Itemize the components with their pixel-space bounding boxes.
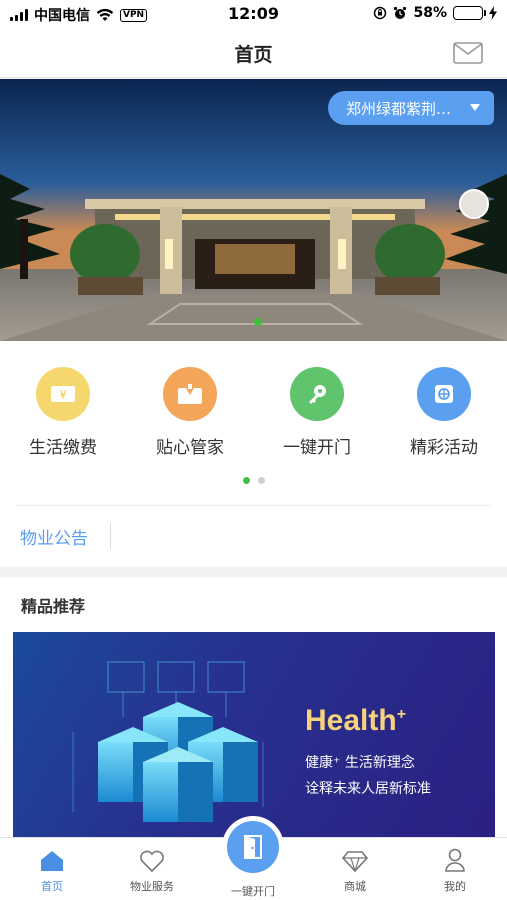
- recommend-section: 精品推荐 Health+ 健康⁺ 生活新理念 诠释未来人居新标准: [0, 577, 507, 837]
- tab-label: 一键开门: [231, 885, 275, 898]
- action-label: 生活缴费: [29, 438, 97, 458]
- butler-icon: [163, 367, 217, 421]
- caret-down-icon: [470, 104, 480, 111]
- status-right: 58%: [373, 5, 497, 21]
- charging-icon: [489, 6, 497, 20]
- community-name: 郑州绿都紫荆…: [346, 99, 452, 118]
- nav-bar: 首页: [0, 28, 507, 78]
- page-dot: [257, 477, 265, 484]
- promo-title-text: Health: [305, 704, 397, 737]
- promo-subtitle: 诠释未来人居新标准: [305, 781, 431, 797]
- status-bar: 中国电信 VPN 12:09 58%: [0, 0, 507, 28]
- tab-label: 商城: [344, 880, 366, 893]
- page-title: 首页: [234, 44, 273, 66]
- activity-icon: [417, 367, 471, 421]
- promo-illustration: [72, 661, 264, 822]
- battery-percent: 58%: [413, 5, 447, 21]
- avatar[interactable]: [459, 189, 489, 219]
- action-label: 贴心管家: [156, 438, 224, 458]
- diamond-icon: [342, 851, 368, 872]
- tab-label: 物业服务: [130, 880, 174, 893]
- action-label: 精彩活动: [410, 438, 478, 458]
- tab-open-door[interactable]: [222, 816, 284, 878]
- notice-bar[interactable]: 物业公告: [0, 505, 507, 567]
- notice-label: 物业公告: [20, 529, 88, 549]
- tab-label: 我的: [444, 880, 466, 893]
- battery-icon: [453, 6, 486, 20]
- community-selector[interactable]: 郑州绿都紫荆…: [328, 91, 494, 125]
- quick-actions-page-indicator: [0, 477, 507, 484]
- tab-property-service[interactable]: 物业服务: [112, 846, 192, 894]
- tab-label: 首页: [41, 880, 63, 893]
- home-icon: [41, 851, 63, 871]
- banner-indicator-dot: [254, 318, 262, 326]
- promo-subtitle: 健康⁺ 生活新理念: [305, 755, 415, 771]
- action-open-door[interactable]: 一键开门: [262, 367, 372, 458]
- tab-home[interactable]: 首页: [12, 846, 92, 894]
- tab-mall[interactable]: 商城: [315, 846, 395, 894]
- user-icon: [445, 848, 465, 872]
- yen-bill-icon: ¥: [36, 367, 90, 421]
- divider: [16, 505, 491, 506]
- action-butler[interactable]: 贴心管家: [135, 367, 245, 458]
- promo-title-sup: +: [396, 706, 407, 723]
- orientation-lock-icon: [374, 6, 387, 20]
- envelope-icon[interactable]: [453, 42, 483, 64]
- action-life-payment[interactable]: ¥ 生活缴费: [8, 367, 118, 458]
- divider: [110, 523, 111, 549]
- key-icon: [290, 367, 344, 421]
- quick-actions: ¥ 生活缴费 贴心管家 一键开门 精彩活动: [0, 341, 507, 505]
- promo-title: Health+: [305, 704, 406, 738]
- alarm-icon: [394, 6, 407, 19]
- svg-text:¥: ¥: [60, 389, 67, 402]
- tab-bar: 首页 物业服务 一键开门 商城 我的: [0, 816, 507, 900]
- promo-banner[interactable]: Health+ 健康⁺ 生活新理念 诠释未来人居新标准: [13, 632, 495, 837]
- banner-carousel[interactable]: 郑州绿都紫荆…: [0, 79, 507, 341]
- section-title: 精品推荐: [21, 597, 86, 616]
- page-dot-active: [242, 477, 250, 484]
- action-activities[interactable]: 精彩活动: [389, 367, 499, 458]
- tab-mine[interactable]: 我的: [415, 846, 495, 894]
- door-icon: [244, 835, 262, 859]
- heart-icon: [140, 850, 164, 872]
- action-label: 一键开门: [283, 438, 351, 458]
